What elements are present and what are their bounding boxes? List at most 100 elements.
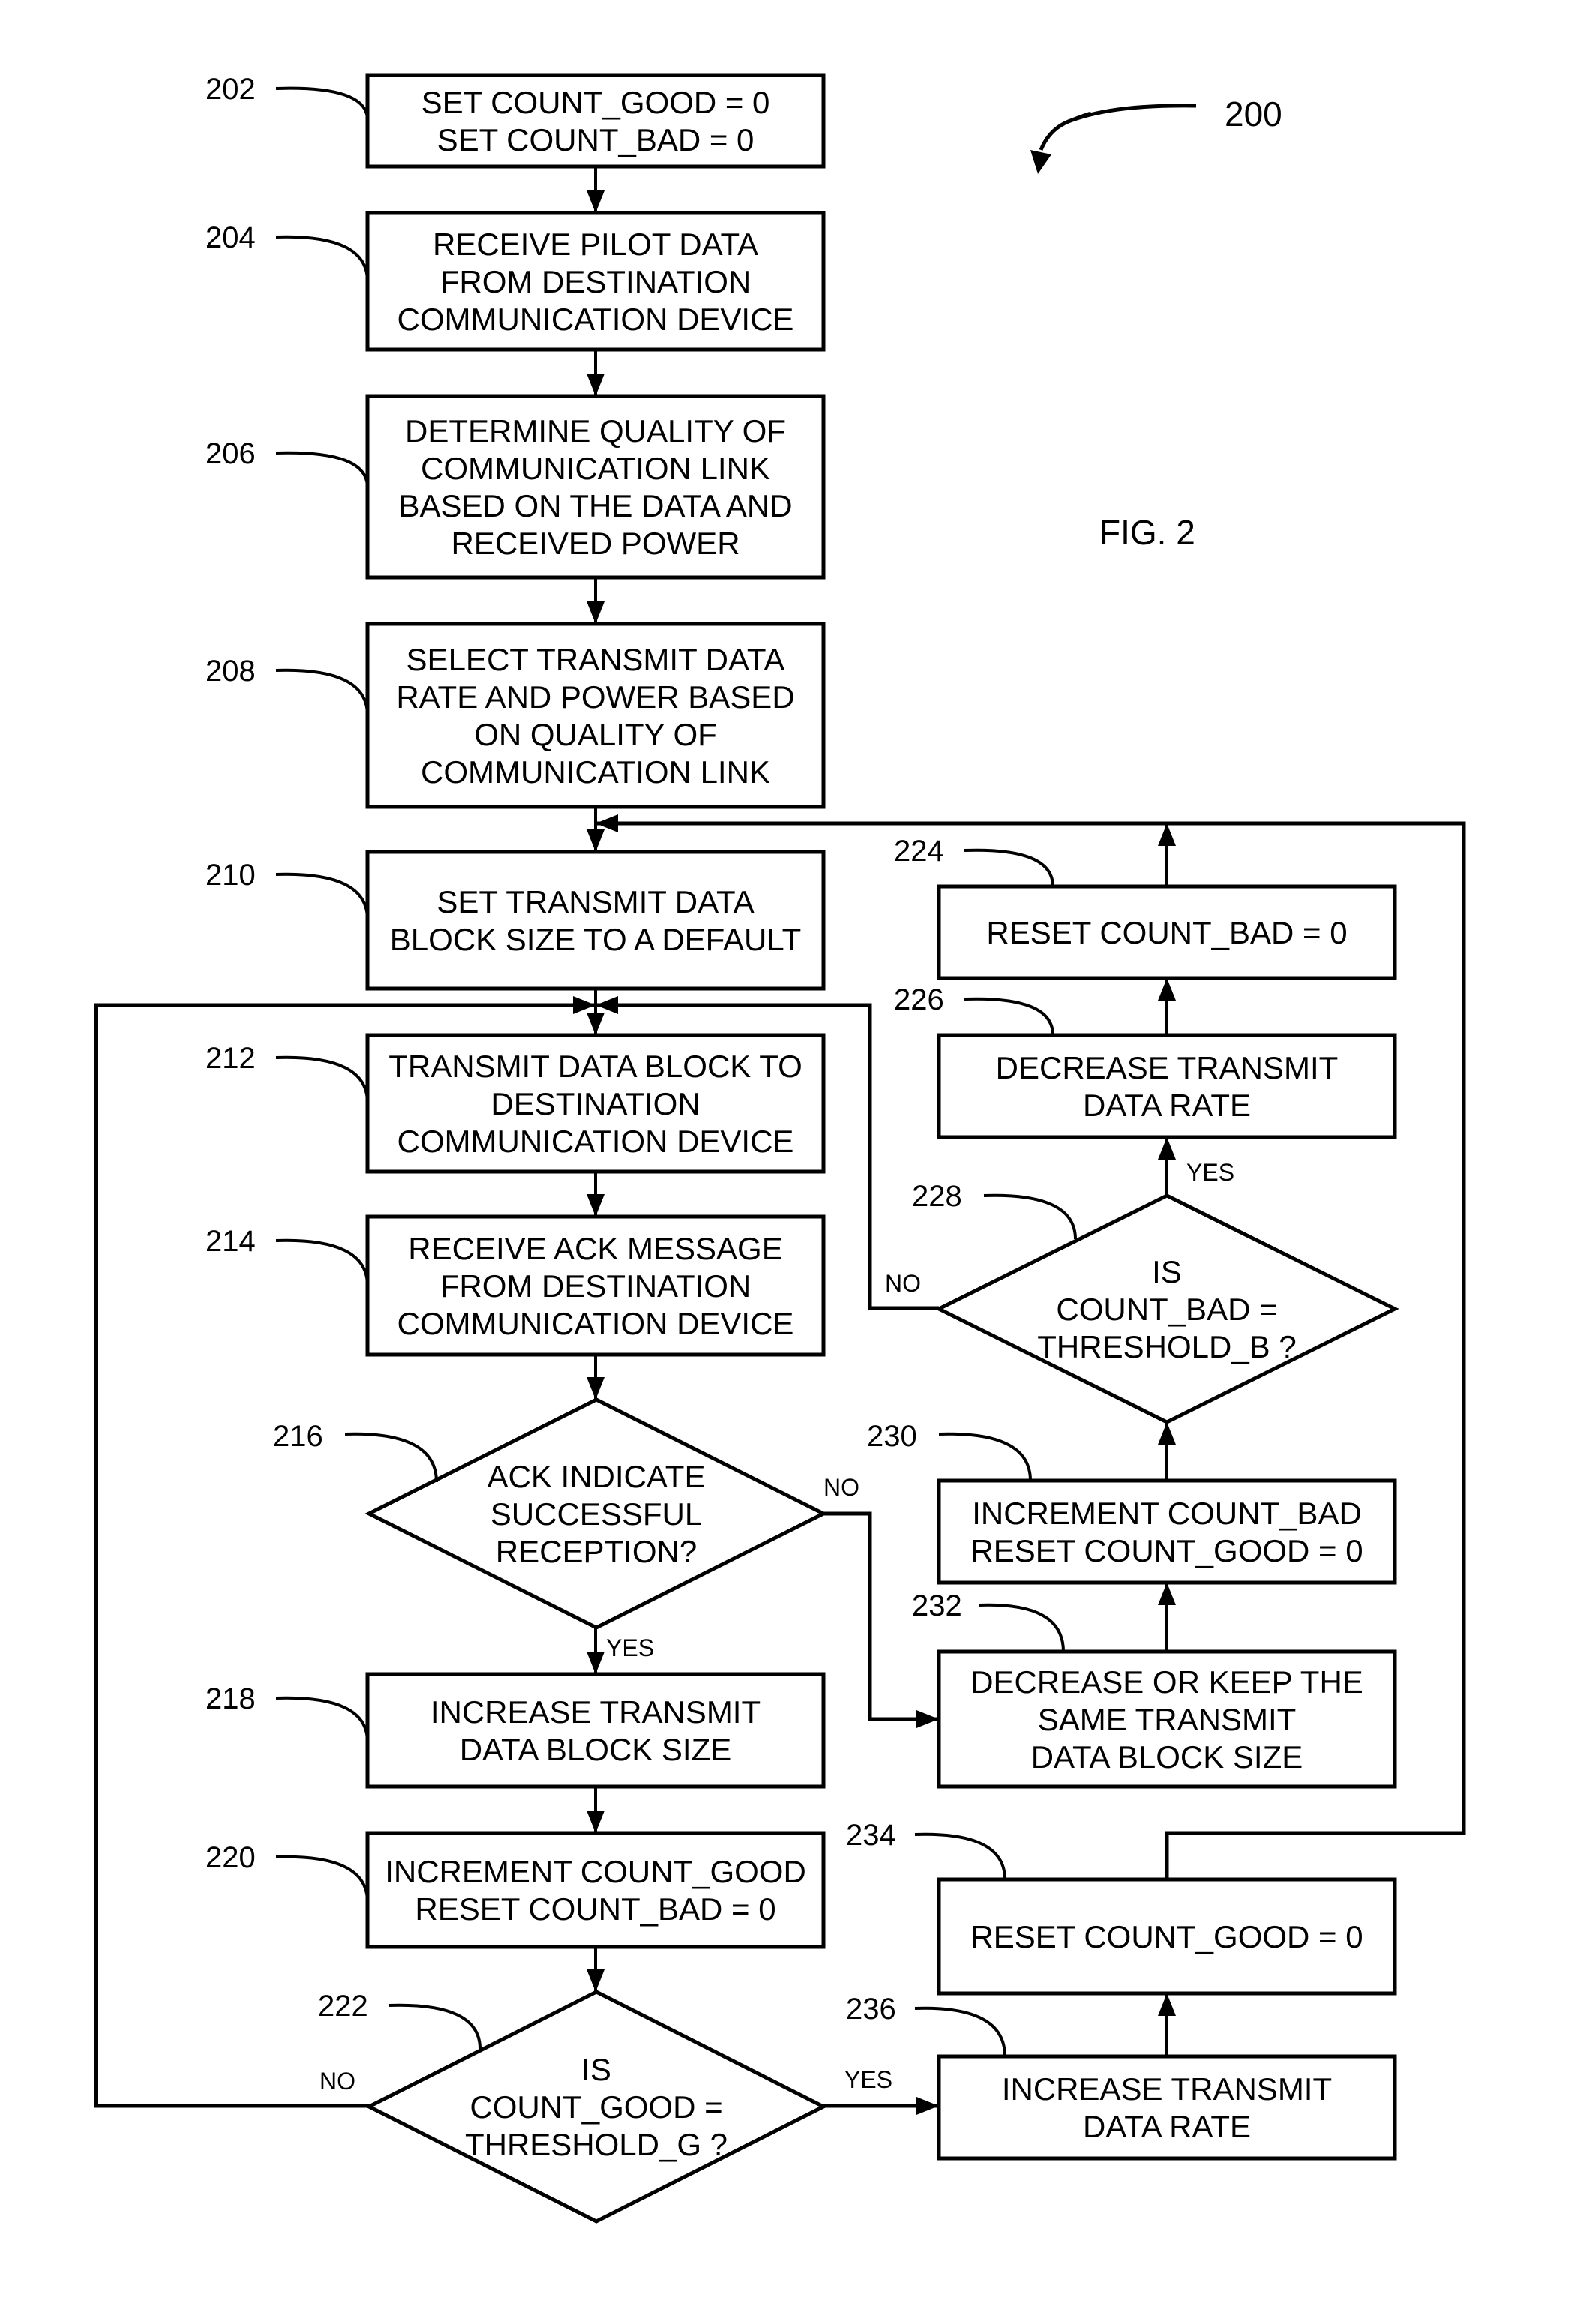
node-text-line: BASED ON THE DATA AND bbox=[398, 488, 792, 524]
reference-number-218: 218 bbox=[206, 1682, 256, 1715]
node-text-line: DECREASE OR KEEP THE bbox=[970, 1664, 1364, 1700]
nodes-layer: SET COUNT_GOOD = 0SET COUNT_BAD = 0 RECEI… bbox=[364, 73, 1400, 2224]
arrowhead-into-210 bbox=[586, 830, 604, 852]
arrowhead-merge-right-212 bbox=[596, 996, 618, 1014]
reference-leader-234 bbox=[914, 1832, 1006, 1880]
process-box-shape bbox=[365, 1831, 826, 1949]
node-text-line: IS bbox=[1152, 1254, 1182, 1289]
process-box-230: INCREMENT COUNT_BADRESET COUNT_GOOD = 0 bbox=[937, 1478, 1397, 1585]
reference-leader-236 bbox=[914, 2006, 1006, 2057]
reference-leader-228 bbox=[983, 1193, 1077, 1240]
node-text-line: COMMUNICATION LINK bbox=[421, 754, 770, 790]
node-text-line: DATA BLOCK SIZE bbox=[460, 1732, 732, 1767]
node-text-line: ON QUALITY OF bbox=[474, 717, 717, 752]
process-box-218: INCREASE TRANSMITDATA BLOCK SIZE bbox=[365, 1672, 826, 1789]
arrowhead-into-234 bbox=[1158, 1994, 1176, 2016]
node-text-line: COUNT_GOOD = bbox=[470, 2090, 722, 2125]
label-216-yes: YES bbox=[606, 1634, 654, 1661]
process-box-232: DECREASE OR KEEP THESAME TRANSMITDATA BL… bbox=[937, 1649, 1397, 1789]
reference-number-228: 228 bbox=[912, 1180, 962, 1213]
node-text-line: RECEIVED POWER bbox=[451, 526, 740, 561]
reference-number-208: 208 bbox=[206, 655, 256, 688]
node-text-line: THRESHOLD_B ? bbox=[1037, 1329, 1296, 1364]
arrowhead-into-230 bbox=[1158, 1582, 1176, 1605]
reference-leader-224 bbox=[964, 848, 1054, 887]
reference-number-214: 214 bbox=[206, 1225, 256, 1258]
decision-228: ISCOUNT_BAD =THRESHOLD_B ? bbox=[934, 1193, 1400, 1424]
reference-number-236: 236 bbox=[846, 1993, 896, 2026]
figure-pointer-curve bbox=[1039, 104, 1197, 151]
reference-number-210: 210 bbox=[206, 859, 256, 892]
node-text-line: RECEIVE PILOT DATA bbox=[433, 226, 758, 262]
process-box-202: SET COUNT_GOOD = 0SET COUNT_BAD = 0 bbox=[365, 73, 826, 169]
reference-leader-214 bbox=[275, 1238, 369, 1286]
arrowhead-into-208 bbox=[586, 602, 604, 624]
node-text-line: COMMUNICATION LINK bbox=[421, 451, 770, 486]
process-box-214: RECEIVE ACK MESSAGEFROM DESTINATIONCOMMU… bbox=[365, 1214, 826, 1357]
label-216-no: NO bbox=[824, 1474, 860, 1501]
node-text-line: DATA RATE bbox=[1083, 2109, 1251, 2144]
node-text-line: COMMUNICATION DEVICE bbox=[398, 1306, 794, 1341]
process-box-236: INCREASE TRANSMITDATA RATE bbox=[937, 2054, 1397, 2161]
node-text-line: IS bbox=[581, 2052, 611, 2087]
reference-leader-230 bbox=[938, 1432, 1032, 1481]
arrowhead-224-top bbox=[1158, 824, 1176, 846]
node-text-line: TRANSMIT DATA BLOCK TO bbox=[388, 1048, 802, 1084]
node-text-line: INCREASE TRANSMIT bbox=[1002, 2072, 1332, 2107]
reference-leader-206 bbox=[275, 451, 369, 488]
node-text-line: SET COUNT_BAD = 0 bbox=[437, 122, 754, 158]
reference-number-230: 230 bbox=[867, 1420, 917, 1453]
node-text-line: INCREASE TRANSMIT bbox=[430, 1694, 760, 1730]
arrowhead-into-228 bbox=[1158, 1422, 1176, 1444]
arrowhead-into-216 bbox=[586, 1377, 604, 1400]
figure-reference-number: 200 bbox=[1225, 94, 1282, 134]
arrowhead-into-232 bbox=[916, 1710, 939, 1728]
arrowhead-into-222 bbox=[586, 1970, 604, 1992]
process-box-226: DECREASE TRANSMITDATA RATE bbox=[937, 1033, 1397, 1139]
node-text-line: DESTINATION bbox=[490, 1086, 700, 1121]
node-text-line: SET COUNT_GOOD = 0 bbox=[422, 85, 770, 120]
node-text-line: DETERMINE QUALITY OF bbox=[405, 413, 786, 448]
node-text-line: SELECT TRANSMIT DATA bbox=[406, 642, 785, 677]
node-text-line: SAME TRANSMIT bbox=[1038, 1702, 1297, 1737]
reference-leader-208 bbox=[275, 668, 369, 716]
node-text-line: DECREASE TRANSMIT bbox=[996, 1050, 1339, 1085]
node-text-line: FROM DESTINATION bbox=[440, 1268, 752, 1304]
reference-number-216: 216 bbox=[273, 1420, 323, 1453]
node-text-line: RECEPTION? bbox=[496, 1534, 697, 1569]
process-box-shape bbox=[365, 1672, 826, 1789]
reference-number-222: 222 bbox=[318, 1990, 368, 2023]
reference-number-212: 212 bbox=[206, 1042, 256, 1075]
arrowhead-into-206 bbox=[586, 374, 604, 396]
node-text-line: DATA RATE bbox=[1083, 1088, 1251, 1123]
node-text-line: RESET COUNT_GOOD = 0 bbox=[970, 1533, 1363, 1568]
label-228-no: NO bbox=[885, 1270, 921, 1297]
reference-leader-218 bbox=[275, 1696, 369, 1742]
reference-leader-212 bbox=[275, 1055, 369, 1103]
node-text-line: RESET COUNT_BAD = 0 bbox=[415, 1892, 776, 1927]
node-text-line: COUNT_BAD = bbox=[1056, 1292, 1277, 1327]
process-box-212: TRANSMIT DATA BLOCK TODESTINATIONCOMMUNI… bbox=[365, 1033, 826, 1174]
node-text-line: DATA BLOCK SIZE bbox=[1031, 1739, 1304, 1774]
node-text-line: INCREMENT COUNT_BAD bbox=[972, 1496, 1362, 1531]
label-222-yes: YES bbox=[844, 2066, 892, 2093]
process-box-224: RESET COUNT_BAD = 0 bbox=[937, 884, 1397, 980]
arrowhead-into-214 bbox=[586, 1194, 604, 1216]
arrowhead-merge-left-212 bbox=[573, 996, 596, 1014]
reference-number-204: 204 bbox=[206, 221, 256, 254]
reference-leader-232 bbox=[979, 1603, 1065, 1652]
reference-number-202: 202 bbox=[206, 73, 256, 106]
node-text-line: INCREMENT COUNT_GOOD bbox=[385, 1854, 806, 1889]
reference-number-232: 232 bbox=[912, 1589, 962, 1622]
process-box-234: RESET COUNT_GOOD = 0 bbox=[937, 1877, 1397, 1996]
reference-leader-222 bbox=[388, 2003, 482, 2050]
arrowhead-into-204 bbox=[586, 190, 604, 213]
node-text-line: SUCCESSFUL bbox=[490, 1496, 702, 1532]
process-box-210: SET TRANSMIT DATABLOCK SIZE TO A DEFAULT bbox=[365, 850, 826, 991]
node-text-line: BLOCK SIZE TO A DEFAULT bbox=[390, 922, 802, 957]
node-text-line: SET TRANSMIT DATA bbox=[436, 884, 754, 920]
reference-leader-216 bbox=[344, 1432, 438, 1483]
node-text-line: FROM DESTINATION bbox=[440, 264, 752, 299]
label-228-yes: YES bbox=[1186, 1159, 1234, 1186]
arrowhead-into-218 bbox=[586, 1652, 604, 1674]
